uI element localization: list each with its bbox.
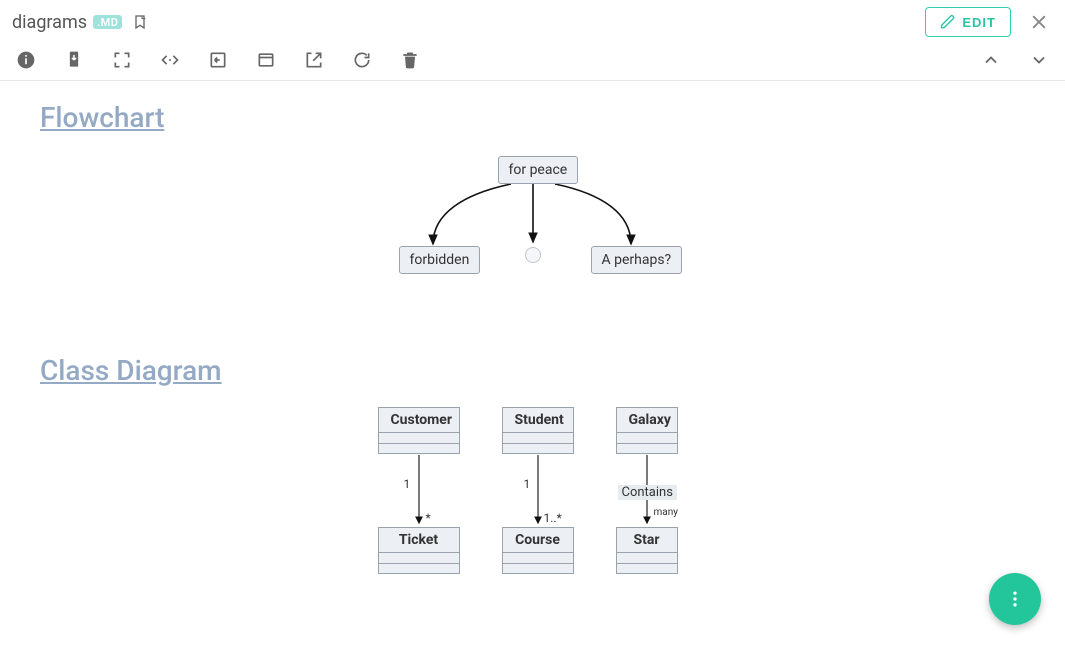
md-badge: .MD bbox=[93, 15, 122, 29]
download-icon[interactable] bbox=[64, 50, 84, 70]
multiplicity-bottom: 1..* bbox=[544, 511, 562, 525]
flow-node-left: forbidden bbox=[399, 246, 481, 274]
export-arrow-icon[interactable] bbox=[208, 50, 228, 70]
class-name: Galaxy bbox=[617, 408, 677, 433]
class-name: Customer bbox=[379, 408, 459, 433]
class-diagram: Customer Ticket 1 * Student Course 1 1..… bbox=[378, 407, 688, 597]
content-area: Flowchart for peace forbidden A perhaps?… bbox=[0, 81, 1065, 640]
flow-node-root: for peace bbox=[498, 156, 579, 184]
flow-node-middle-blank bbox=[525, 247, 541, 263]
info-icon[interactable] bbox=[16, 50, 36, 70]
refresh-icon[interactable] bbox=[352, 50, 372, 70]
bookmark-icon[interactable] bbox=[132, 14, 148, 30]
multiplicity-top: 1 bbox=[524, 477, 531, 491]
window-open-icon[interactable] bbox=[256, 50, 276, 70]
trash-icon[interactable] bbox=[400, 50, 420, 70]
edit-button-label: EDIT bbox=[962, 15, 996, 30]
class-box-student: Student bbox=[502, 407, 574, 454]
class-box-customer: Customer bbox=[378, 407, 460, 454]
flow-node-right: A perhaps? bbox=[591, 246, 683, 274]
close-icon[interactable] bbox=[1025, 8, 1053, 36]
code-icon[interactable] bbox=[160, 50, 180, 70]
class-diagram-heading: Class Diagram bbox=[40, 354, 1025, 387]
association-label: Contains bbox=[618, 485, 677, 500]
fullscreen-icon[interactable] bbox=[112, 50, 132, 70]
document-title: diagrams bbox=[12, 12, 87, 33]
flowchart-heading: Flowchart bbox=[40, 101, 1025, 134]
multiplicity-bottom: many bbox=[654, 507, 678, 518]
flowchart-diagram: for peace forbidden A perhaps? bbox=[393, 154, 673, 294]
chevron-up-icon[interactable] bbox=[981, 50, 1001, 70]
chevron-down-icon[interactable] bbox=[1029, 50, 1049, 70]
open-external-icon[interactable] bbox=[304, 50, 324, 70]
multiplicity-bottom: * bbox=[426, 511, 431, 525]
edit-button[interactable]: EDIT bbox=[925, 7, 1011, 37]
multiplicity-top: 1 bbox=[404, 477, 411, 491]
fab-more-button[interactable] bbox=[989, 573, 1041, 625]
class-name: Student bbox=[503, 408, 573, 433]
class-box-galaxy: Galaxy bbox=[616, 407, 678, 454]
